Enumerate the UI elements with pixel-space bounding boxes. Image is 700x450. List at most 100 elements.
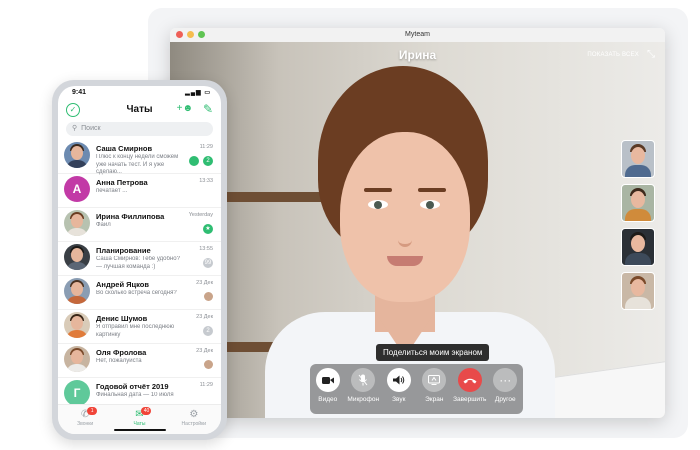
chat-name: Денис Шумов [96, 314, 148, 323]
chat-time: 13:33 [199, 178, 213, 184]
desktop-window: Myteam Ирина ПОКАЗАТЬ ВСЕХ ⤡ Поделиться … [170, 28, 665, 418]
hangup-icon [457, 368, 482, 392]
avatar-body [66, 228, 88, 236]
participant-thumb-4[interactable] [621, 272, 655, 310]
show-all-button[interactable]: ПОКАЗАТЬ ВСЕХ [587, 52, 639, 58]
chat-row[interactable]: Планирование Саша Смирнов: Тебе удобно? … [58, 242, 221, 276]
left-brow [364, 188, 392, 192]
thumb-body [625, 165, 651, 177]
chat-preview: Я отправил мне последнюю картинку [96, 324, 175, 338]
search-input[interactable]: ⚲ Поиск [66, 122, 213, 136]
right-brow [418, 188, 446, 192]
window-titlebar: Myteam [170, 28, 665, 43]
avatar-body [66, 330, 88, 338]
avatar [64, 244, 90, 270]
participant-thumbnails [621, 140, 655, 310]
signal-battery-icon: ▂▄▆ ▭ [185, 90, 211, 96]
chat-time: 13:55 [199, 246, 213, 252]
tab-calls-label: Звонки [77, 421, 94, 427]
minimize-dot[interactable] [187, 31, 194, 38]
read-avatar [204, 292, 213, 301]
chat-name: Годовой отчёт 2019 [96, 382, 169, 391]
chat-row[interactable]: Денис Шумов Я отправил мне последнюю кар… [58, 310, 221, 344]
chat-preview: Во сколько встреча сегодня? [96, 290, 177, 296]
hangup-button[interactable]: Завершить [452, 368, 488, 403]
participant-thumb-3[interactable] [621, 228, 655, 266]
right-eye [420, 200, 440, 209]
screen-button[interactable]: Экран [417, 368, 453, 403]
avatar-head [71, 282, 83, 296]
avatar-body [66, 160, 88, 168]
compose-icon[interactable]: ✎ [203, 102, 213, 116]
chat-name: Андрей Яцков [96, 280, 150, 289]
gear-icon: ⚙ [189, 409, 199, 420]
avatar-body [66, 262, 88, 270]
chats-badge: 40 [141, 407, 152, 415]
avatar: А [64, 176, 90, 202]
share-screen-tooltip: Поделиться моим экраном [376, 344, 490, 361]
avatar [64, 346, 90, 372]
add-contact-icon[interactable]: +☻ [177, 103, 193, 114]
chat-row[interactable]: А Анна Петрова печатает ... 13:33 [58, 174, 221, 208]
avatar-head [71, 248, 83, 262]
unread-badge: 2 [203, 326, 213, 336]
mouth [387, 256, 423, 266]
nose [398, 214, 412, 247]
video-label: Видео [318, 396, 338, 403]
chat-row[interactable]: Саша Смирнов Плюс к концу недели сможем … [58, 140, 221, 175]
chat-time: 11:29 [199, 144, 213, 150]
avatar-head [71, 146, 83, 160]
left-eye [368, 200, 388, 209]
tab-settings[interactable]: ⚙ Настройки [174, 409, 214, 434]
call-controls: Видео Микрофон Звук Экран Завершить ··· … [310, 364, 523, 414]
status-time: 9:41 [72, 89, 87, 96]
chat-row[interactable]: Оля Фролова Нет, пожалуйста 23 Дек [58, 344, 221, 378]
screen-label: Экран [425, 396, 444, 403]
chat-time: Yesterday [188, 212, 213, 218]
avatar [64, 142, 90, 168]
unread-dot: ★ [203, 224, 213, 234]
search-icon: ⚲ [72, 125, 78, 132]
unread-badge: 2 [203, 156, 213, 166]
chat-row[interactable]: Андрей Яцков Во сколько встреча сегодня?… [58, 276, 221, 310]
chat-name: Планирование [96, 246, 151, 255]
chat-time: 23 Дек [196, 348, 213, 354]
chat-time: 23 Дек [196, 314, 213, 320]
close-dot[interactable] [176, 31, 183, 38]
chat-name: Анна Петрова [96, 178, 148, 187]
microphone-off-icon [351, 368, 376, 392]
chat-preview: Нет, пожалуйста [96, 358, 142, 364]
avatar-head [71, 316, 83, 330]
avatar: Г [64, 380, 90, 406]
thumb-head [631, 235, 645, 252]
chat-time: 23 Дек [196, 280, 213, 286]
unread-badge: 99 [203, 258, 213, 268]
video-button[interactable]: Видео [310, 368, 346, 403]
participant-thumb-2[interactable] [621, 184, 655, 222]
home-indicator [114, 429, 166, 431]
online-indicator [189, 156, 199, 166]
chat-time: 11:29 [199, 382, 213, 388]
participant-thumb-1[interactable] [621, 140, 655, 178]
chat-row[interactable]: Ирина Филлипова Файл Yesterday ★ [58, 208, 221, 242]
thumb-body [625, 253, 651, 265]
avatar [64, 312, 90, 338]
tab-chats-label: Чаты [133, 421, 146, 427]
phone-screen: 9:41 ▂▄▆ ▭ ✓ Чаты +☻ ✎ ⚲ Поиск Саша Смир… [58, 86, 221, 434]
tab-calls[interactable]: ✆ 1 Звонки [65, 407, 105, 434]
microphone-label: Микрофон [347, 396, 380, 403]
microphone-button[interactable]: Микрофон [346, 368, 382, 403]
chats-title: Чаты [126, 104, 153, 115]
avatar-head [71, 214, 83, 228]
thumb-body [625, 297, 651, 309]
sound-button[interactable]: Звук [381, 368, 417, 403]
collapse-icon[interactable]: ⤡ [647, 49, 655, 60]
chat-preview: Финальная дата — 10 июля [96, 392, 174, 398]
search-placeholder: Поиск [81, 125, 101, 132]
thumb-head [631, 191, 645, 208]
more-button[interactable]: ··· Другое [488, 368, 524, 403]
tab-settings-label: Настройки [181, 421, 207, 427]
avatar-head [71, 350, 83, 364]
maximize-dot[interactable] [198, 31, 205, 38]
window-controls [176, 31, 205, 38]
